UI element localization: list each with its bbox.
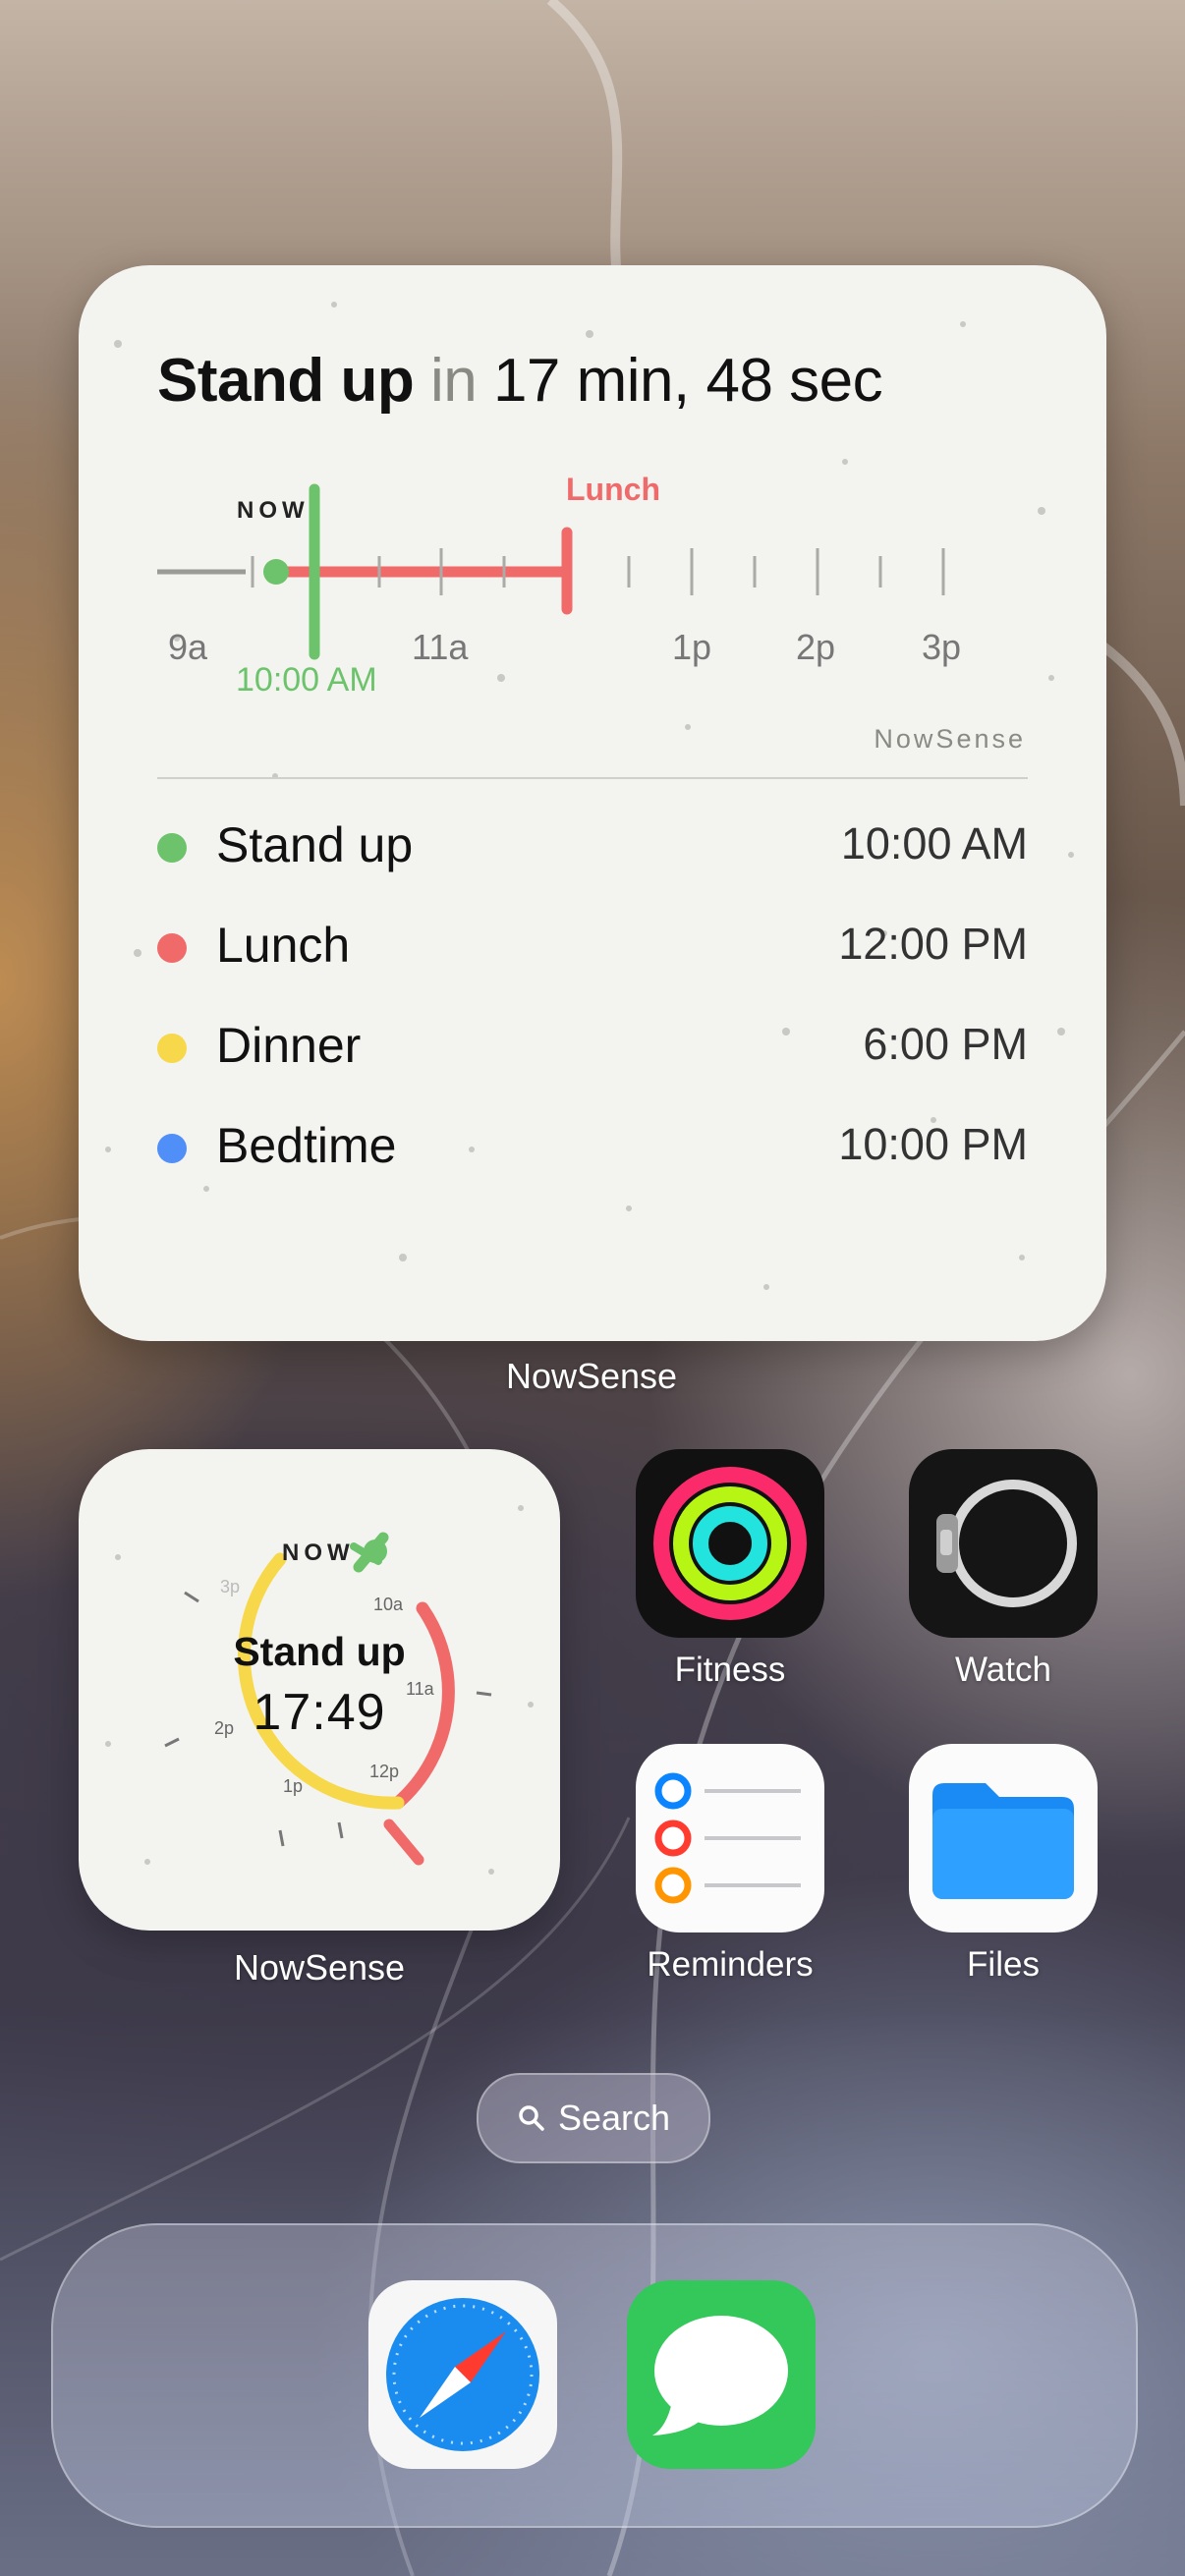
clock-event-title: Stand up [233,1629,406,1674]
reminders-app[interactable] [636,1744,824,1932]
event-dot [157,933,187,963]
now-time: 10:00 AM [236,661,377,699]
watch-icon [936,1480,1077,1607]
event-row[interactable]: Stand up 10:00 AM [157,809,1028,877]
event-name: Lunch [216,918,351,973]
dock [51,2223,1138,2528]
app-label: Files [967,1945,1040,1984]
clock-tick-label: 1p [283,1776,304,1796]
now-dot [263,559,289,585]
files-app[interactable] [909,1744,1098,1932]
clock-now-dot [364,1540,387,1563]
safari-compass-icon [386,2298,539,2451]
event-dot [157,1034,187,1063]
lunch-label: Lunch [566,472,660,507]
event-name: Bedtime [216,1118,397,1173]
clock-tick-label: 3p [220,1577,241,1596]
clock-tick-label: 12p [369,1762,400,1781]
hour-label: 2p [796,627,836,667]
clock-now-label: NOW [282,1540,355,1566]
clock-tick-label: 11a [406,1679,434,1699]
messages-bubble-icon [652,2316,788,2436]
event-row[interactable]: Dinner 6:00 PM [157,1009,1028,1078]
folder-icon [932,1783,1074,1899]
safari-app[interactable] [368,2280,557,2469]
clock-lunch-marker [383,1819,424,1866]
divider [157,777,1028,779]
event-time: 10:00 PM [838,1119,1028,1169]
app-label: Watch [955,1651,1051,1689]
search-button[interactable]: Search [477,2073,710,2163]
event-dot [157,1134,187,1163]
magnifier-icon [519,2105,544,2131]
messages-app[interactable] [627,2280,816,2469]
app-label: Reminders [647,1945,814,1984]
fitness-app[interactable] [636,1449,824,1638]
search-label: Search [557,2098,671,2138]
brand-label: NowSense [874,724,1026,754]
clock-tick-label: 10a [373,1595,404,1614]
watch-app[interactable] [909,1449,1098,1638]
event-name: Stand up [216,817,414,872]
app-label: Fitness [674,1651,786,1689]
reminders-list-icon [654,1772,801,1904]
clock-tick-label: 2p [214,1718,235,1738]
widget-caption: NowSense [233,1947,406,1988]
fitness-rings-icon [653,1467,807,1620]
now-label: NOW [237,497,310,524]
event-time: 12:00 PM [838,919,1028,969]
hour-label: 11a [412,627,469,667]
event-row[interactable]: Lunch 12:00 PM [157,909,1028,978]
event-row[interactable]: Bedtime 10:00 PM [157,1109,1028,1178]
widget-caption: NowSense [505,1356,678,1396]
hour-label: 1p [672,627,712,667]
hour-label: 9a [168,627,208,667]
event-time: 10:00 AM [840,818,1028,868]
event-dot [157,833,187,863]
event-name: Dinner [216,1018,362,1073]
hour-label: 3p [922,627,962,667]
nowsense-large-widget[interactable]: Stand up in 17 min, 48 sec NOW Lunch 9a … [79,265,1106,1341]
event-time: 6:00 PM [863,1019,1028,1069]
clock-countdown: 17:49 [253,1684,386,1741]
nowsense-small-widget[interactable]: NOW Stand up 17:49 10a 11a 12p 1p 2p 3p [79,1449,560,1931]
